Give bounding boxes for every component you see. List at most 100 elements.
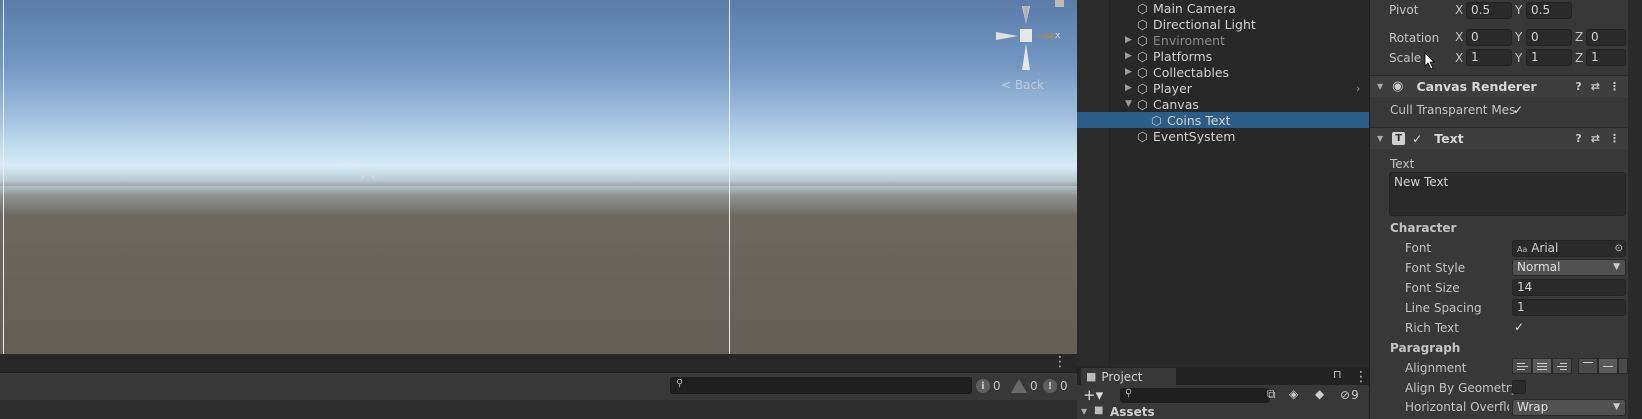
pivot-y-label[interactable]: Y: [1515, 3, 1522, 17]
font-style-dropdown[interactable]: Normal ▼: [1512, 259, 1626, 276]
hierarchy-item[interactable]: ▶ ⬡ Player: [1077, 80, 1369, 96]
hierarchy-item[interactable]: ⬡ Main Camera: [1077, 0, 1369, 16]
console-warning-toggle[interactable]: 0: [1011, 377, 1038, 395]
hierarchy-item[interactable]: ⬡ Directional Light: [1077, 16, 1369, 32]
chevron-right-icon[interactable]: ›: [1356, 82, 1360, 95]
gameobject-icon: ⬡: [1137, 128, 1148, 144]
canvas-text-preview[interactable]: New Text: [336, 162, 359, 168]
component-enabled-checkbox[interactable]: ✓: [1412, 132, 1422, 146]
presets-icon[interactable]: ⇄: [1591, 132, 1600, 145]
text-content-textarea[interactable]: New Text: [1389, 172, 1626, 216]
search-icon: ⚲: [1125, 388, 1133, 399]
hierarchy-item-label: Platforms: [1153, 48, 1213, 64]
inspector-scrollbar[interactable]: [1628, 0, 1642, 419]
rotation-y-label[interactable]: Y: [1515, 30, 1522, 44]
foldout-arrow-icon[interactable]: ▼: [1377, 82, 1383, 91]
hierarchy-item[interactable]: ▶ ⬡ Platforms: [1077, 48, 1369, 64]
gizmo-back-label[interactable]: < Back: [1001, 78, 1044, 92]
filter-by-label-icon[interactable]: ◆: [1315, 387, 1324, 401]
align-by-geometry-label: Align By Geometry: [1405, 381, 1518, 395]
tab-project[interactable]: ■ Project: [1081, 368, 1176, 385]
mouse-cursor-icon: [1424, 52, 1435, 70]
pivot-y-field[interactable]: 0.5: [1526, 2, 1572, 19]
hierarchy-item-label: Enviroment: [1153, 32, 1225, 48]
hidden-packages-toggle[interactable]: ⊘ 9: [1340, 388, 1359, 402]
gameobject-icon: ⬡: [1151, 112, 1162, 128]
add-asset-button[interactable]: +▾: [1083, 386, 1103, 404]
hierarchy-item[interactable]: ⬡ EventSystem: [1077, 128, 1369, 144]
rotation-z-field[interactable]: 0: [1586, 29, 1626, 46]
scale-y-field[interactable]: 1: [1526, 49, 1572, 66]
scene-view[interactable]: New Text x < Back: [0, 0, 1077, 354]
align-right-button[interactable]: [1552, 358, 1572, 374]
align-top-button[interactable]: [1578, 358, 1598, 374]
warning-count: 0: [1030, 379, 1038, 393]
foldout-arrow-icon[interactable]: ▶: [1125, 67, 1137, 77]
console-menu-icon[interactable]: ⋮: [1053, 355, 1067, 369]
align-bottom-button[interactable]: [1618, 358, 1628, 374]
font-object-field[interactable]: Aa Arial ⊙: [1512, 240, 1626, 257]
hierarchy-item[interactable]: ⬡ Coins Text: [1077, 112, 1369, 128]
text-component-header[interactable]: ▼ T ✓ Text ? ⇄ ⋮: [1370, 127, 1628, 149]
camera-frame-left-edge: [3, 0, 4, 354]
pivot-x-label[interactable]: X: [1455, 3, 1463, 17]
foldout-arrow-icon[interactable]: ▶: [1125, 51, 1137, 61]
lock-icon[interactable]: ⊓: [1333, 368, 1342, 381]
scale-z-field[interactable]: 1: [1586, 49, 1626, 66]
hierarchy-item[interactable]: ▶ ⬡ Enviroment: [1077, 32, 1369, 48]
filter-by-type-icon[interactable]: ◈: [1289, 387, 1298, 401]
scale-x-field[interactable]: 1: [1466, 49, 1512, 66]
line-spacing-field[interactable]: 1: [1512, 299, 1626, 316]
project-menu-icon[interactable]: ⋮: [1354, 370, 1368, 384]
help-icon[interactable]: ?: [1575, 132, 1581, 145]
hierarchy-item[interactable]: ▼ ⬡ Canvas: [1077, 96, 1369, 112]
rotation-z-label[interactable]: Z: [1575, 30, 1583, 44]
cull-transparent-checkbox[interactable]: ✓: [1511, 103, 1525, 117]
component-menu-icon[interactable]: ⋮: [1609, 132, 1620, 145]
scale-x-label[interactable]: X: [1455, 51, 1463, 65]
console-error-toggle[interactable]: ! 0: [1043, 377, 1068, 395]
foldout-arrow-icon[interactable]: ▶: [1125, 35, 1137, 45]
search-by-type-icon[interactable]: ⧉: [1267, 387, 1276, 402]
text-component-title: Text: [1434, 131, 1464, 146]
project-search-input[interactable]: ⚲: [1120, 388, 1270, 403]
canvas-renderer-header[interactable]: ▼ ◉ Canvas Renderer ? ⇄ ⋮: [1370, 75, 1628, 97]
alignment-label: Alignment: [1405, 361, 1467, 375]
assets-folder-row[interactable]: ▼ ■ Assets: [1077, 405, 1369, 419]
project-tab-label: Project: [1101, 369, 1143, 384]
rich-text-checkbox[interactable]: ✓: [1512, 320, 1526, 334]
help-icon[interactable]: ?: [1575, 80, 1581, 93]
rect-anchor-icon[interactable]: [357, 170, 379, 180]
rotation-x-field[interactable]: 0: [1466, 29, 1512, 46]
presets-icon[interactable]: ⇄: [1591, 80, 1600, 93]
text-field-label: Text: [1390, 157, 1415, 171]
align-left-button[interactable]: [1512, 358, 1532, 374]
gameobject-icon: ⬡: [1137, 48, 1148, 64]
font-size-field[interactable]: 14: [1512, 279, 1626, 296]
hierarchy-item[interactable]: ▶ ⬡ Collectables: [1077, 64, 1369, 80]
align-middle-button[interactable]: [1598, 358, 1618, 374]
rotation-x-label[interactable]: X: [1455, 30, 1463, 44]
object-picker-icon[interactable]: ⊙: [1615, 241, 1623, 256]
foldout-arrow-icon[interactable]: ▼: [1377, 134, 1383, 143]
component-menu-icon[interactable]: ⋮: [1609, 80, 1620, 93]
scale-z-label[interactable]: Z: [1575, 51, 1583, 65]
console-search-input[interactable]: ⚲: [670, 377, 972, 394]
orientation-gizmo-icon[interactable]: x: [992, 0, 1062, 82]
expand-arrow-icon[interactable]: ▼: [1081, 407, 1087, 416]
console-header: ⋮: [0, 354, 1077, 372]
scale-y-label[interactable]: Y: [1515, 51, 1522, 65]
align-by-geometry-checkbox[interactable]: [1512, 380, 1526, 394]
horizontal-overflow-dropdown[interactable]: Wrap ▼: [1512, 399, 1626, 416]
console-info-toggle[interactable]: i 0: [976, 377, 1001, 395]
gizmo-lock-icon[interactable]: [1055, 0, 1064, 7]
rotation-y-field[interactable]: 0: [1526, 29, 1572, 46]
align-center-button[interactable]: [1532, 358, 1552, 374]
console-log-area[interactable]: [0, 400, 1077, 419]
paragraph-section-header: Paragraph: [1390, 341, 1461, 355]
pivot-x-field[interactable]: 0.5: [1466, 2, 1512, 19]
foldout-arrow-icon[interactable]: ▼: [1125, 99, 1137, 109]
foldout-arrow-icon[interactable]: ▶: [1125, 83, 1137, 93]
hierarchy-item-label: Main Camera: [1153, 0, 1236, 16]
scale-label: Scale: [1389, 51, 1422, 65]
